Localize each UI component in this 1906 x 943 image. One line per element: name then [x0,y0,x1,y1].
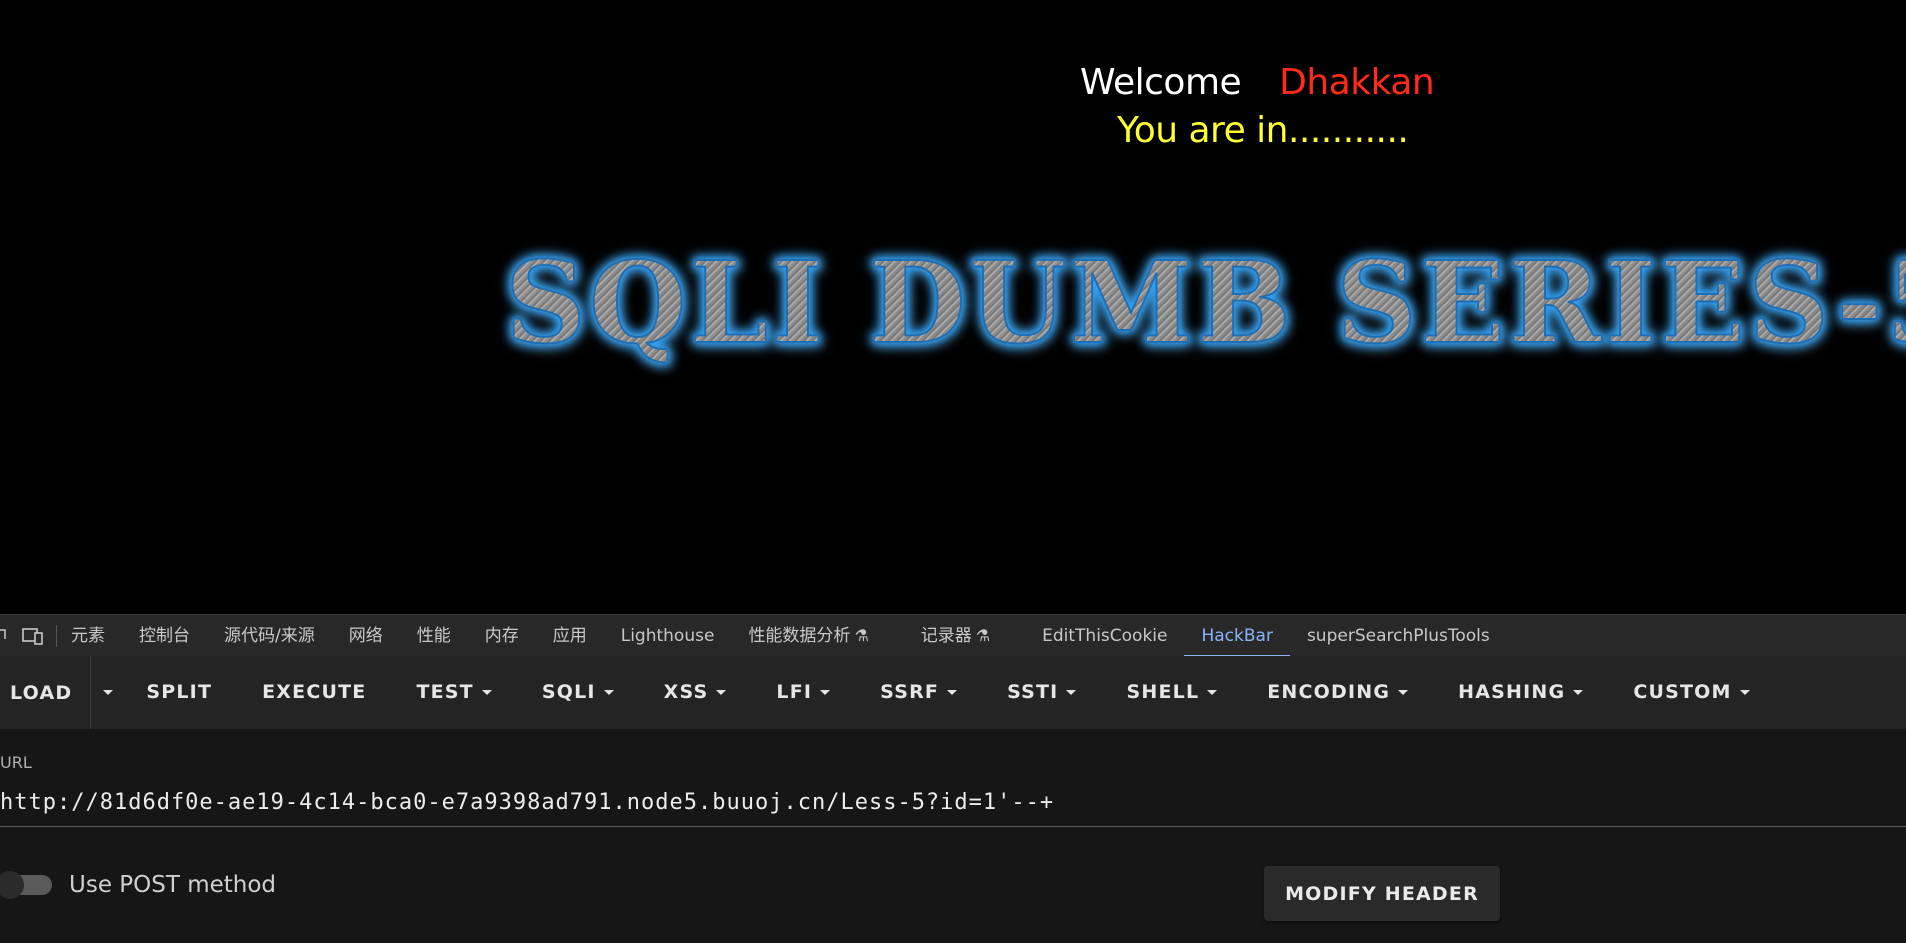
hackbar-toolbar: LOAD SPLIT EXECUTE TEST SQLI XSS LFI SSR… [0,656,1906,729]
tab-editthiscookie[interactable]: EditThisCookie [1025,615,1184,657]
chevron-down-icon [716,690,727,695]
user-name: Dhakkan [1279,62,1435,103]
custom-menu-label: CUSTOM [1633,681,1732,703]
load-options-button[interactable] [91,656,121,729]
welcome-text: Welcome [1080,62,1242,103]
chevron-down-icon [820,690,831,695]
xss-menu[interactable]: XSS [639,656,752,729]
hashing-menu-label: HASHING [1458,681,1566,703]
chevron-down-icon [603,690,614,695]
tab-recorder[interactable]: 记录器 ⚗ [904,615,1007,657]
split-button[interactable]: SPLIT [121,656,237,729]
post-method-label: Use POST method [69,872,277,898]
tab-hackbar[interactable]: HackBar [1184,615,1291,657]
ssti-menu-label: SSTI [1007,681,1059,703]
page-viewport: Welcome Dhakkan You are in........... SQL… [0,0,1906,614]
chevron-down-icon [1398,690,1409,695]
sqli-menu[interactable]: SQLI [517,656,639,729]
sqli-menu-label: SQLI [541,681,596,703]
welcome-line: Welcome Dhakkan [1080,62,1435,103]
chevron-down-icon [103,690,114,695]
test-menu-label: TEST [416,681,474,703]
execute-button[interactable]: EXECUTE [237,656,391,729]
tab-divider [56,624,57,647]
test-menu[interactable]: TEST [391,656,516,729]
tab-performance[interactable]: 性能 [400,615,468,657]
tab-performance-insights-label: 性能数据分析 [748,625,851,646]
encoding-menu-label: ENCODING [1267,681,1391,703]
load-button-group: LOAD [0,656,121,729]
post-method-toggle[interactable] [0,871,52,899]
chevron-down-icon [1066,690,1077,695]
lfi-menu[interactable]: LFI [751,656,855,729]
hashing-menu[interactable]: HASHING [1433,656,1608,729]
xss-menu-label: XSS [663,681,709,703]
tab-performance-insights[interactable]: 性能数据分析 ⚗ [731,615,885,657]
split-button-label: SPLIT [146,681,213,703]
toggle-knob [0,871,24,899]
encoding-menu[interactable]: ENCODING [1242,656,1433,729]
tab-network[interactable]: 网络 [332,615,400,657]
chevron-down-icon [1573,690,1584,695]
ssrf-menu[interactable]: SSRF [855,656,982,729]
tab-recorder-label: 记录器 [920,625,972,646]
tab-elements[interactable]: 元素 [71,615,122,657]
flask-icon: ⚗ [975,625,991,645]
chevron-down-icon [947,690,958,695]
hackbar-panel: URL http://81d6df0e-ae19-4c14-bca0-e7a93… [0,729,1906,943]
chevron-down-icon [1207,690,1218,695]
devtools-tab-bar: 元素 控制台 源代码/来源 网络 性能 内存 应用 Lighthouse 性能数… [0,614,1906,657]
inspect-icon[interactable] [0,625,10,647]
login-status: You are in........... [1117,110,1409,151]
tab-memory[interactable]: 内存 [468,615,536,657]
shell-menu[interactable]: SHELL [1101,656,1242,729]
ssrf-menu-label: SSRF [880,681,940,703]
tab-console[interactable]: 控制台 [122,615,207,657]
load-button[interactable]: LOAD [0,682,90,704]
device-toolbar-icon[interactable] [22,625,44,647]
chevron-down-icon [481,690,492,695]
execute-button-label: EXECUTE [262,681,367,703]
series-banner: SQLI DUMB SERIES-5 [504,237,1906,370]
modify-header-button[interactable]: MODIFY HEADER [1264,866,1500,921]
tab-sources[interactable]: 源代码/来源 [207,615,332,657]
flask-icon: ⚗ [854,625,869,645]
tab-supersearchplustools[interactable]: superSearchPlusTools [1290,615,1507,657]
lfi-menu-label: LFI [776,681,813,703]
shell-menu-label: SHELL [1126,681,1200,703]
tab-lighthouse[interactable]: Lighthouse [604,615,732,657]
url-label: URL [0,753,32,772]
url-input[interactable]: http://81d6df0e-ae19-4c14-bca0-e7a9398ad… [0,781,1906,827]
custom-menu[interactable]: CUSTOM [1608,656,1774,729]
tab-application[interactable]: 应用 [536,615,604,657]
ssti-menu[interactable]: SSTI [982,656,1101,729]
chevron-down-icon [1739,690,1750,695]
